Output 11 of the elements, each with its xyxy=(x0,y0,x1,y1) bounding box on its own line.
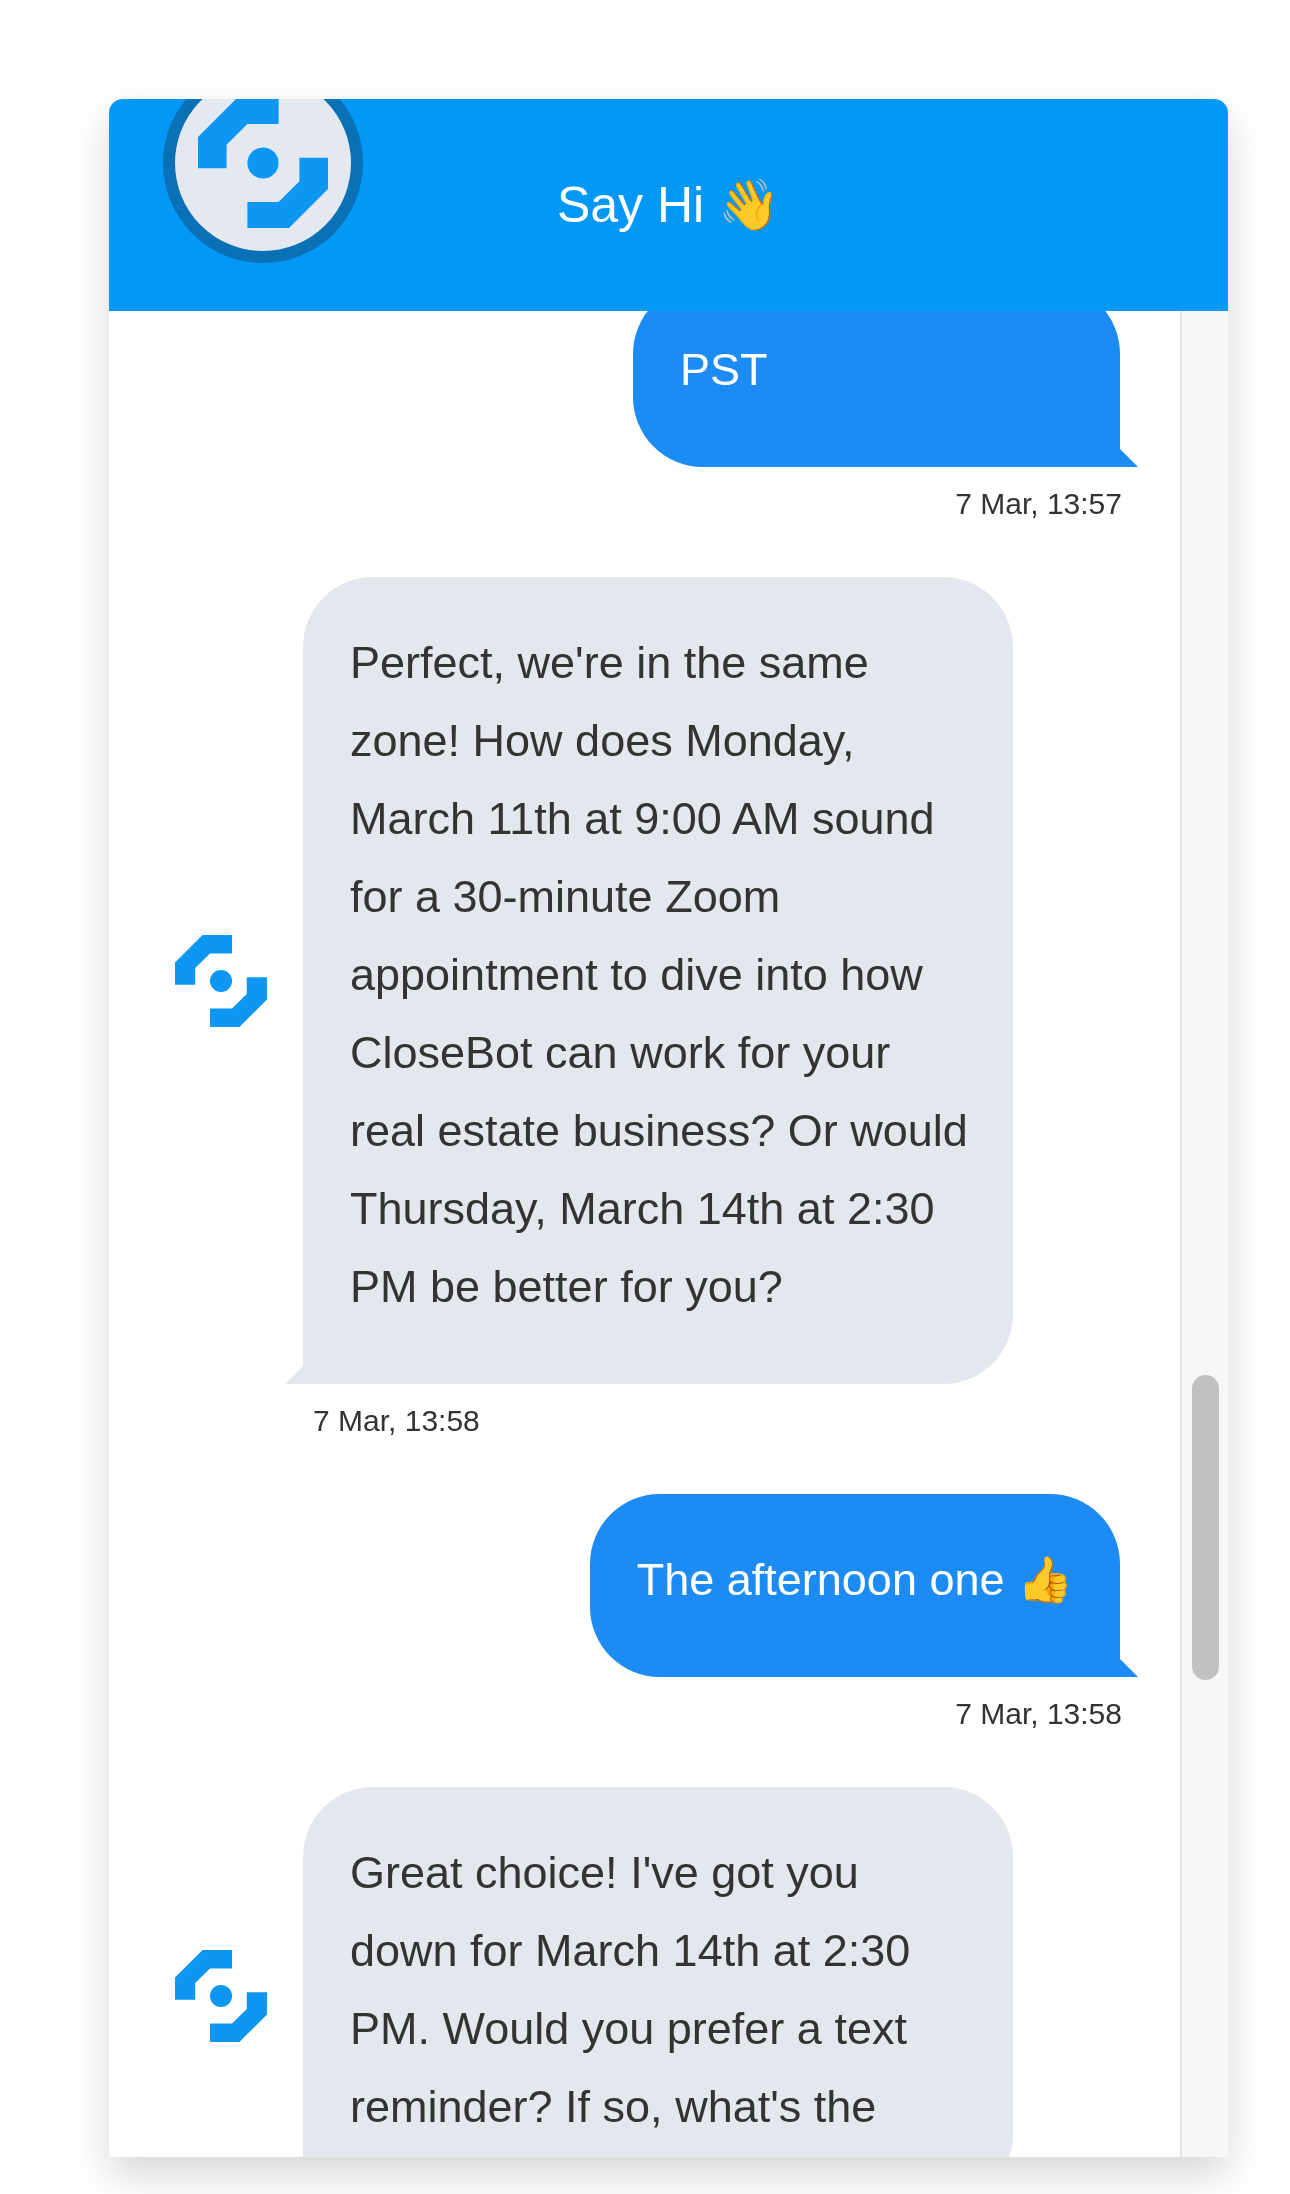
chat-title: Say Hi 👋 xyxy=(556,176,781,234)
bot-logo-icon xyxy=(175,1949,267,2042)
bot-logo-icon xyxy=(175,934,267,1027)
message-time: 7 Mar, 13:58 xyxy=(955,1697,1122,1730)
scrollbar-thumb[interactable] xyxy=(1192,1375,1219,1680)
sent-message: The afternoon one 👍 xyxy=(589,1494,1138,1677)
message-time: 7 Mar, 13:57 xyxy=(955,487,1122,520)
message-time: 7 Mar, 13:58 xyxy=(313,1404,480,1437)
bot-logo-icon xyxy=(198,99,328,228)
received-message: Perfect, we're in the same zone! How does Monday, March 11th at 9:00 AM sound for a 30-minute Zoom appointment to dive into how CloseBot can work for your real estate business? Or would Thursday, March 14th at 2:30 PM be better for you? xyxy=(285,577,1013,1384)
sent-message: PST xyxy=(633,311,1138,467)
